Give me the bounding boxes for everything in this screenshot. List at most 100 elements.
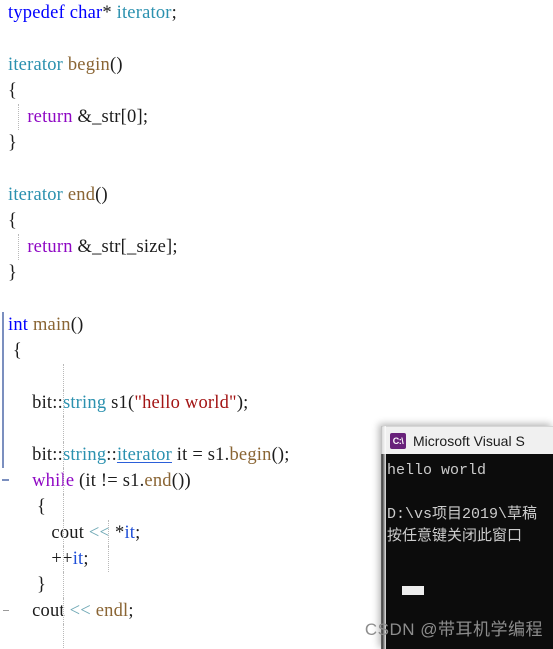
outlining-bar — [2, 338, 12, 364]
code-token: () — [95, 185, 108, 205]
outlining-dash-marker — [3, 610, 9, 611]
code-line[interactable] — [0, 286, 553, 312]
code-token: char — [69, 3, 103, 23]
indent-guide — [108, 546, 109, 572]
code-token: * — [102, 3, 117, 23]
console-line: hello world — [387, 462, 487, 479]
outlining-bar — [2, 312, 12, 338]
code-token: * — [110, 523, 125, 543]
code-token: it — [72, 549, 84, 569]
code-token: cout — [8, 523, 89, 543]
indent-guide — [63, 390, 64, 416]
code-token: << — [69, 601, 91, 621]
code-line[interactable]: int main() — [0, 312, 553, 338]
indent-guide — [63, 442, 64, 468]
code-line[interactable] — [0, 156, 553, 182]
code-token: begin — [67, 55, 110, 75]
code-line[interactable]: { — [0, 78, 553, 104]
code-token: ]; — [136, 107, 149, 127]
outlining-bar — [2, 442, 12, 468]
code-token: end — [67, 185, 96, 205]
code-token: string — [62, 393, 107, 413]
indent-guide — [63, 416, 64, 442]
code-token: { — [8, 81, 18, 101]
code-token: ); — [236, 393, 249, 413]
code-token: () — [109, 55, 123, 75]
code-line[interactable]: iterator begin() — [0, 52, 553, 78]
code-token: return — [27, 107, 73, 127]
code-line[interactable]: return &_str[0]; — [0, 104, 553, 130]
console-line: D:\vs项目2019\草稿 — [387, 506, 538, 523]
code-token: it = s1. — [171, 445, 230, 465]
code-line[interactable] — [0, 364, 553, 390]
code-token: (); — [271, 445, 290, 465]
code-token: it — [124, 523, 136, 543]
code-token: string — [62, 445, 107, 465]
code-token: } — [8, 133, 18, 153]
indent-guide — [63, 364, 64, 390]
code-token: } — [8, 575, 47, 595]
code-line[interactable] — [0, 26, 553, 52]
indent-guide — [18, 104, 19, 130]
code-token: ; — [171, 3, 177, 23]
indent-guide — [63, 598, 64, 624]
code-token: main — [32, 315, 71, 335]
code-token: ; — [135, 523, 141, 543]
code-token: { — [8, 497, 47, 517]
outlining-bar — [2, 390, 12, 416]
visual-studio-icon: C:\ — [390, 432, 406, 449]
code-token: typedef — [8, 3, 65, 23]
code-token: { — [8, 211, 18, 231]
code-token: &_str[_size]; — [72, 237, 178, 257]
code-token: ; — [128, 601, 134, 621]
outlining-bar — [2, 364, 12, 390]
code-token: iterator — [8, 55, 64, 75]
code-token: () — [70, 315, 84, 335]
code-line[interactable]: } — [0, 130, 553, 156]
code-token: } — [8, 263, 18, 283]
code-token: &_str[ — [72, 107, 128, 127]
code-token: return — [27, 237, 73, 257]
code-line[interactable]: typedef char* iterator; — [0, 0, 553, 26]
outlining-bar — [2, 416, 12, 442]
code-token: bit:: — [8, 445, 63, 465]
code-token: (it != s1. — [74, 471, 145, 491]
indent-guide — [63, 520, 64, 546]
code-token: iterator — [8, 185, 64, 205]
code-token: endl — [95, 601, 129, 621]
indent-guide — [63, 494, 64, 520]
code-token: iterator — [116, 3, 172, 23]
console-line: 按任意键关闭此窗口 — [387, 528, 523, 545]
outlining-end-marker — [2, 479, 9, 481]
console-cursor — [402, 586, 424, 595]
console-title: Microsoft Visual S — [413, 432, 525, 449]
code-line[interactable]: { — [0, 208, 553, 234]
code-token: while — [32, 471, 75, 491]
indent-guide — [63, 572, 64, 598]
code-token: ; — [83, 549, 89, 569]
code-line[interactable]: iterator end() — [0, 182, 553, 208]
code-token: begin — [229, 445, 272, 465]
indent-guide — [63, 624, 64, 649]
code-token: << — [88, 523, 111, 543]
indent-guide — [108, 520, 109, 546]
code-line[interactable]: } — [0, 260, 553, 286]
code-token: "hello world" — [134, 393, 237, 413]
code-token: :: — [106, 445, 117, 465]
code-line[interactable]: bit::string s1("hello world"); — [0, 390, 553, 416]
code-token: ()) — [171, 471, 191, 491]
code-token: s1( — [106, 393, 135, 413]
code-token: iterator — [116, 445, 172, 465]
console-titlebar[interactable]: C:\ Microsoft Visual S — [381, 426, 553, 454]
indent-guide — [63, 546, 64, 572]
code-token: bit:: — [8, 393, 63, 413]
console-lines: hello world D:\vs项目2019\草稿 按任意键关闭此窗口 — [385, 460, 553, 548]
indent-guide — [63, 468, 64, 494]
code-token: cout — [8, 601, 70, 621]
code-token: end — [144, 471, 172, 491]
code-line[interactable]: { — [0, 338, 553, 364]
code-line[interactable]: return &_str[_size]; — [0, 234, 553, 260]
indent-guide — [18, 234, 19, 260]
